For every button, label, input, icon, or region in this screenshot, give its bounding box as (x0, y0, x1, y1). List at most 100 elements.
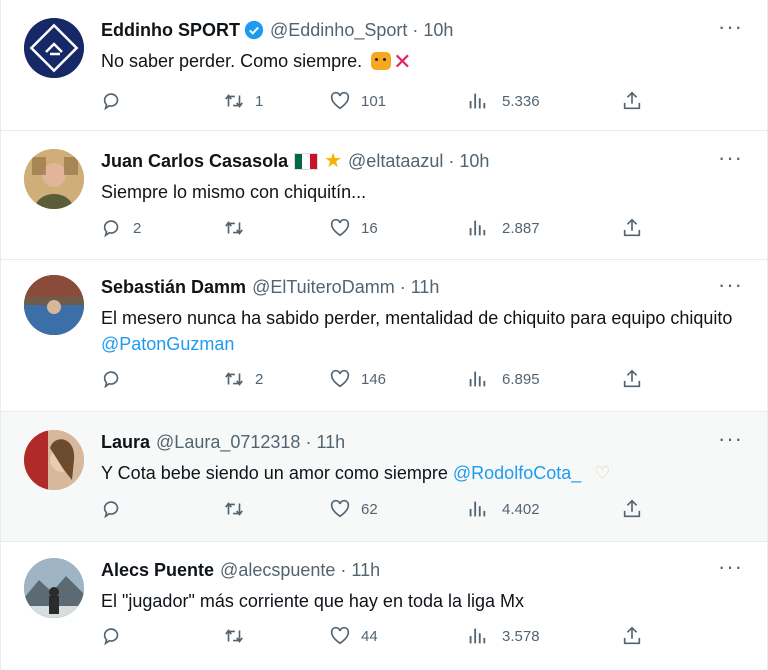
author-handle[interactable]: @eltataazul (348, 149, 443, 173)
tweet-text: Y Cota bebe siendo un amor como siempre … (101, 460, 747, 486)
reply-button[interactable] (101, 625, 133, 647)
share-button[interactable] (621, 368, 643, 390)
share-button[interactable] (621, 217, 643, 239)
author-name[interactable]: Sebastián Damm (101, 275, 246, 299)
views-button[interactable]: 5.336 (466, 90, 540, 112)
like-icon (330, 626, 350, 645)
author-handle[interactable]: @Laura_0712318 (156, 430, 300, 454)
retweet-button[interactable] (223, 625, 255, 647)
share-icon (623, 626, 641, 645)
reply-button[interactable] (101, 498, 133, 520)
like-icon (330, 218, 350, 237)
timestamp[interactable]: 10h (459, 149, 489, 173)
views-button[interactable]: 4.402 (466, 498, 540, 520)
share-button[interactable] (621, 498, 643, 520)
reply-count: 2 (133, 219, 142, 237)
author-name[interactable]: Eddinho SPORT (101, 18, 240, 42)
author-handle[interactable]: @ElTuiteroDamm (252, 275, 395, 299)
retweet-button[interactable]: 1 (223, 90, 263, 112)
like-icon (330, 499, 350, 518)
views-icon (469, 628, 486, 644)
views-icon (469, 220, 486, 236)
retweet-icon (225, 502, 243, 516)
retweet-count: 1 (255, 92, 264, 110)
avatar[interactable] (24, 558, 84, 618)
tweet-text-content: Y Cota bebe siendo un amor como siempre (101, 463, 448, 483)
views-button[interactable]: 3.578 (466, 625, 540, 647)
retweet-icon (225, 372, 243, 386)
retweet-button[interactable]: 2 (223, 368, 263, 390)
tweet-text-content: El "jugador" más corriente que hay en to… (101, 591, 525, 611)
reply-icon (103, 371, 119, 389)
avatar[interactable] (24, 18, 84, 78)
like-icon (330, 91, 350, 110)
author-handle[interactable]: @alecspuente (220, 558, 335, 582)
retweet-icon (225, 94, 243, 108)
tweet-text-content: No saber perder. Como siempre. (101, 51, 363, 71)
like-button[interactable]: 146 (329, 368, 386, 390)
tiger-emoji-icon (371, 52, 392, 70)
reply-button[interactable] (101, 90, 133, 112)
tweet[interactable]: ··· Laura @Laura_0712318 · 11h Y Cota be… (1, 412, 767, 542)
avatar[interactable] (24, 149, 84, 209)
like-button[interactable]: 62 (329, 498, 378, 520)
like-count: 101 (361, 92, 387, 110)
separator-dot: · (305, 432, 312, 452)
views-count: 6.895 (502, 370, 540, 388)
views-count: 2.887 (502, 219, 540, 237)
like-count: 146 (361, 370, 387, 388)
views-count: 5.336 (502, 92, 540, 110)
like-button[interactable]: 44 (329, 625, 378, 647)
author-name[interactable]: Juan Carlos Casasola (101, 149, 288, 173)
reply-icon (103, 628, 119, 646)
like-button[interactable]: 101 (329, 90, 386, 112)
author-handle[interactable]: @Eddinho_Sport (270, 18, 407, 42)
tweet-text-content: Siempre lo mismo con chiquitín... (101, 182, 367, 202)
retweet-button[interactable] (223, 498, 255, 520)
share-icon (623, 369, 641, 388)
share-icon (623, 218, 641, 237)
views-icon (469, 93, 486, 109)
tweet-actions: 2 146 6.895 (101, 368, 767, 392)
tweet-feed: · · · Eddinho SPORT @Eddinho_Sport · 10h N… (0, 0, 768, 670)
avatar[interactable] (24, 275, 84, 335)
views-button[interactable]: 6.895 (466, 368, 540, 390)
like-count: 16 (361, 219, 378, 237)
avatar[interactable] (24, 430, 84, 490)
verified-badge-icon (244, 20, 264, 40)
reply-button[interactable] (101, 368, 133, 390)
tweet[interactable]: ··· Eddinho SPORT @Eddinho_Sport · 10h N… (1, 0, 767, 131)
like-count: 44 (361, 627, 378, 645)
views-count: 3.578 (502, 627, 540, 645)
retweet-button[interactable] (223, 217, 255, 239)
tweet-actions: 62 4.402 (101, 498, 767, 522)
tweet-text-content: El mesero nunca ha sabido perder, mental… (101, 308, 733, 328)
reply-button[interactable]: 2 (101, 217, 141, 239)
mexico-flag-icon (294, 152, 319, 170)
mention-link[interactable]: @PatonGuzman (101, 334, 234, 354)
separator-dot: · (448, 151, 455, 171)
like-button[interactable]: 16 (329, 217, 378, 239)
author-name[interactable]: Laura (101, 430, 150, 454)
tweet-text: No saber perder. Como siempre. ✕ (101, 48, 747, 75)
reply-icon (103, 93, 119, 111)
mention-link[interactable]: @RodolfoCota_ (453, 463, 581, 483)
timestamp[interactable]: 11h (316, 430, 345, 454)
share-icon (623, 91, 641, 110)
share-button[interactable] (621, 90, 643, 112)
views-icon (469, 371, 486, 387)
separator-dot: · (412, 20, 419, 40)
views-count: 4.402 (502, 500, 540, 518)
share-button[interactable] (621, 625, 643, 647)
views-button[interactable]: 2.887 (466, 217, 540, 239)
author-name[interactable]: Alecs Puente (101, 558, 214, 582)
star-icon: ★ (324, 150, 343, 172)
tweet-text: El "jugador" más corriente que hay en to… (101, 588, 747, 614)
timestamp[interactable]: 10h (423, 18, 453, 42)
reply-icon (103, 220, 119, 238)
heart-hands-emoji-icon: ♡ (594, 463, 611, 483)
tweet[interactable]: ··· Alecs Puente @alecspuente · 11h El "… (1, 542, 767, 670)
cross-mark-icon: ✕ (393, 49, 412, 74)
timestamp[interactable]: 11h (351, 558, 380, 582)
timestamp[interactable]: 11h (411, 275, 440, 299)
